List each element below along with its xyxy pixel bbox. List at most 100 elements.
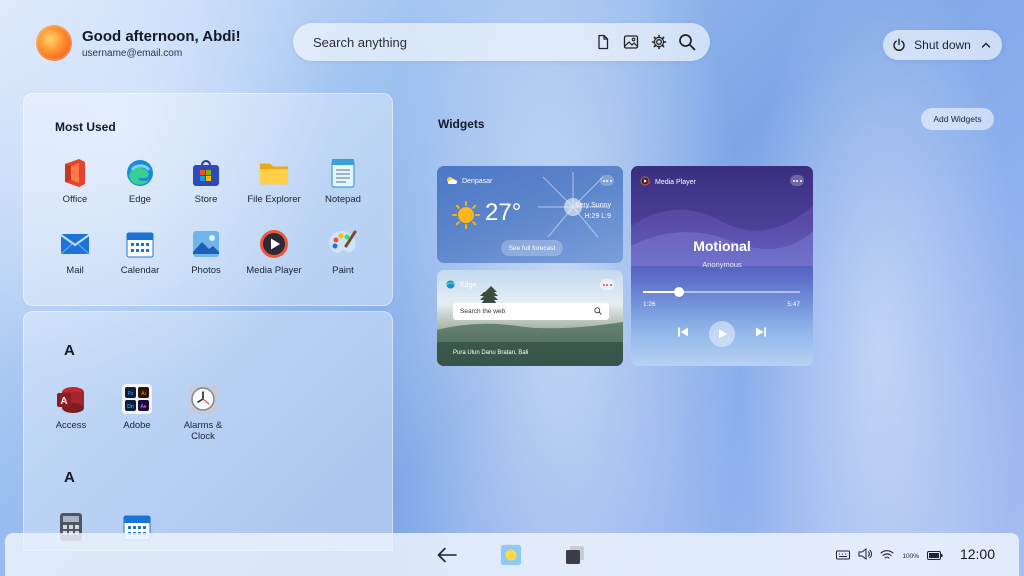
volume-icon[interactable] [858,547,873,565]
wifi-icon[interactable] [880,547,894,565]
search-bar[interactable]: Search anything [293,23,710,61]
battery-icon[interactable] [927,547,943,565]
avatar[interactable] [36,25,72,61]
app-alarms-clock[interactable]: Alarms & Clock [171,384,235,442]
next-track-icon[interactable] [755,325,767,343]
weather-temperature: 27° [485,199,522,226]
play-icon [719,329,727,339]
app-photos[interactable]: Photos [174,229,238,276]
shutdown-button[interactable]: Shut down [883,30,1002,60]
app-media-player[interactable]: Media Player [242,229,306,276]
song-title: Motional [693,238,751,254]
shutdown-label: Shut down [914,38,971,52]
gear-icon[interactable] [650,33,668,51]
weather-condition-block: Very Sunny H:29 L:9 [575,200,611,222]
edge-search-placeholder: Search the web [460,308,506,315]
app-office[interactable]: Office [43,158,107,205]
weather-header: Denpasar [446,176,492,187]
store-icon [191,158,221,188]
keyboard-icon[interactable] [836,547,851,565]
app-label: Store [194,194,218,205]
sun-icon [452,201,480,229]
media-header: Media Player [640,176,696,188]
edge-more-icon[interactable] [600,279,614,290]
mountain-waves-decoration [631,206,813,266]
power-icon [890,36,908,54]
media-more-icon[interactable] [790,175,804,186]
app-calendar[interactable]: Calendar [108,229,172,276]
media-controls [631,321,813,347]
group-letter[interactable]: A [64,342,75,359]
edge-search-input[interactable]: Search the web [453,303,609,320]
svg-text:Ai: Ai [141,391,145,397]
document-icon[interactable] [594,33,612,51]
search-input[interactable]: Search anything [313,35,594,50]
access-icon: A [56,384,86,414]
svg-text:A: A [60,396,67,407]
image-icon[interactable] [622,33,640,51]
edge-widget[interactable]: Edge Search the web Pura Ulun Danu Brata… [437,270,623,366]
media-progress-slider[interactable] [643,287,800,297]
alarm-clock-icon [188,384,218,414]
app-label: Notepad [325,194,361,205]
app-paint[interactable]: Paint [311,229,375,276]
most-used-panel: Most Used Office Edge Store File Explore… [23,93,393,306]
app-label: Adobe [123,420,151,431]
back-arrow-icon[interactable] [436,544,458,566]
notepad-icon [328,158,358,188]
most-used-title: Most Used [55,120,116,134]
app-access[interactable]: A Access [39,384,103,431]
app-store[interactable]: Store [174,158,238,205]
folder-icon [259,158,289,188]
media-player-icon [259,229,289,259]
start-icon [500,544,522,566]
media-player-icon [640,176,650,188]
full-forecast-button[interactable]: See full forecast [501,240,563,256]
progress-knob[interactable] [674,287,685,297]
widgets-title: Widgets [438,117,485,131]
weather-hilo: H:29 L:9 [584,213,611,220]
partly-cloudy-icon [446,176,457,187]
weather-location: Denpasar [462,178,493,185]
song-artist: Anonymous [702,260,742,269]
search-icon[interactable] [678,33,696,51]
adobe-icon: Ps Ai Dn Ae [122,384,152,414]
photos-icon [191,229,221,259]
search-icon[interactable] [594,306,602,317]
app-file-explorer[interactable]: File Explorer [242,158,306,205]
app-label: Edge [128,194,152,205]
app-label: Alarms & Clock [183,420,223,442]
current-time: 1:26 [643,301,656,308]
app-mail[interactable]: Mail [43,229,107,276]
weather-more-icon[interactable] [600,175,614,186]
app-label: Media Player [246,265,302,276]
user-profile[interactable]: Good afternoon, Abdi! username@email.com [36,25,241,61]
start-button[interactable] [500,544,522,566]
calendar-icon [125,229,155,259]
app-label: File Explorer [247,194,301,205]
group-letter[interactable]: A [64,469,75,486]
edge-header: Edge [446,280,476,291]
app-edge[interactable]: Edge [108,158,172,205]
app-notepad[interactable]: Notepad [311,158,375,205]
app-adobe[interactable]: Ps Ai Dn Ae Adobe [105,384,169,431]
user-email: username@email.com [82,47,183,59]
office-icon [60,158,90,188]
svg-text:Ae: Ae [140,404,146,410]
app-label: Calendar [120,265,160,276]
weather-condition: Very Sunny [575,202,611,209]
media-player-widget[interactable]: Media Player Motional Anonymous 1:26 5:4… [631,166,813,366]
svg-text:Ps: Ps [128,391,134,397]
app-label: Paint [332,265,354,276]
play-button[interactable] [709,321,735,347]
add-widgets-button[interactable]: Add Widgets [921,108,994,130]
weather-widget[interactable]: Denpasar 27° Very Sunny H:29 L:9 See ful… [437,166,623,263]
edge-icon [125,158,155,188]
all-apps-panel: A A Access Ps Ai Dn Ae Adobe Alarms & Clock… [23,311,393,551]
app-label: Photos [191,265,221,276]
taskbar-clock[interactable]: 12:00 [960,546,995,562]
taskbar: 100% 12:00 [5,533,1019,576]
task-view-icon[interactable] [564,544,586,566]
greeting: Good afternoon, Abdi! [82,27,241,45]
previous-track-icon[interactable] [677,325,689,343]
